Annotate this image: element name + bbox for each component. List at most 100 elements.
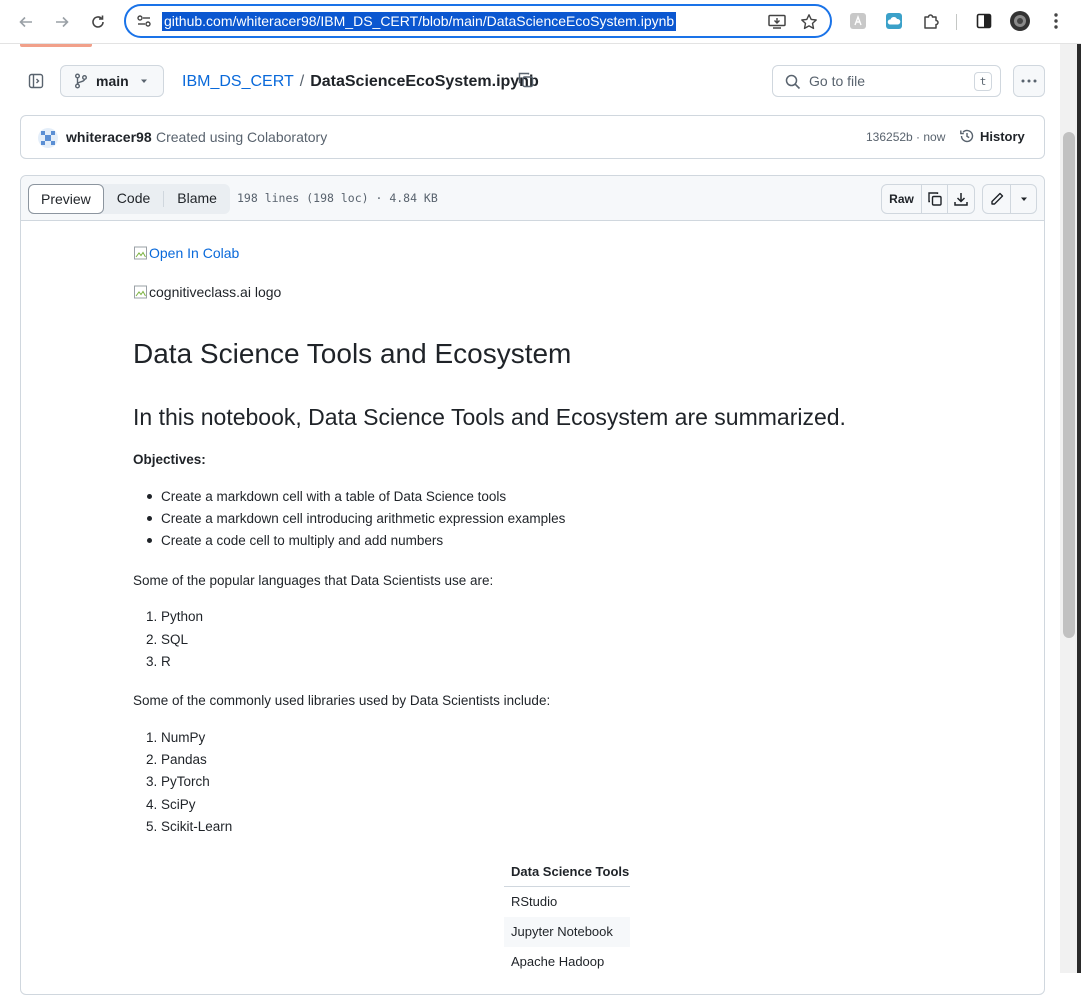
tab-blame[interactable]: Blame xyxy=(164,184,230,214)
languages-intro: Some of the popular languages that Data … xyxy=(133,573,494,588)
language-item: Python xyxy=(161,609,204,624)
list-number: 3. xyxy=(146,774,158,789)
list-number: 3. xyxy=(146,654,158,669)
logo-alt-text: cognitiveclass.ai logo xyxy=(149,284,282,300)
bookmark-star-icon[interactable] xyxy=(798,11,820,33)
git-branch-icon xyxy=(75,73,87,89)
list-number: 1. xyxy=(146,609,158,624)
file-header: Preview Code Blame 198 lines (198 loc) ·… xyxy=(21,176,1044,221)
copy-path-button[interactable] xyxy=(517,71,535,89)
back-button[interactable] xyxy=(12,8,40,36)
commit-message-link[interactable]: Created using Colaboratory xyxy=(156,129,327,145)
scrollbar-thumb[interactable] xyxy=(1063,132,1075,638)
edit-file-button[interactable] xyxy=(983,185,1011,213)
cognitiveclass-logo: cognitiveclass.ai logo xyxy=(133,284,281,300)
library-item: PyTorch xyxy=(161,774,210,789)
browser-menu-icon[interactable] xyxy=(1045,10,1067,32)
table-row: RStudio xyxy=(511,894,558,909)
more-options-button[interactable] xyxy=(1013,65,1045,97)
open-in-colab-badge[interactable]: Open In Colab xyxy=(133,245,239,261)
list-number: 1. xyxy=(146,730,158,745)
toolbar-divider xyxy=(956,14,957,30)
breadcrumb: IBM_DS_CERT / DataScienceEcoSystem.ipynb xyxy=(182,72,539,92)
library-item: Pandas xyxy=(161,752,207,767)
broken-image-icon xyxy=(134,246,147,260)
objective-item: Create a markdown cell introducing arith… xyxy=(161,511,566,526)
view-mode-tabs: Preview Code Blame xyxy=(28,184,230,214)
latest-commit-bar: whiteracer98 Created using Colaboratory … xyxy=(20,115,1045,159)
notebook-subtitle: In this notebook, Data Science Tools and… xyxy=(133,404,846,430)
table-header: Data Science Tools xyxy=(504,858,630,887)
extension-ai-icon[interactable] xyxy=(847,10,869,32)
arrow-right-icon xyxy=(56,16,69,28)
notebook-title: Data Science Tools and Ecosystem xyxy=(133,338,572,369)
avatar[interactable] xyxy=(38,128,58,148)
history-button[interactable]: History xyxy=(959,128,1025,144)
breadcrumb-file-name: DataScienceEcoSystem.ipynb xyxy=(310,73,539,90)
history-icon xyxy=(960,129,974,143)
open-in-colab-alt[interactable]: Open In Colab xyxy=(149,245,239,261)
forward-button[interactable] xyxy=(48,8,76,36)
install-app-icon[interactable] xyxy=(766,11,788,33)
list-bullet xyxy=(147,516,152,521)
extension-cloud-icon[interactable] xyxy=(883,10,905,32)
address-bar[interactable]: github.com/whiteracer98/IBM_DS_CERT/blob… xyxy=(124,4,832,38)
pencil-icon xyxy=(990,192,1003,205)
go-to-file-placeholder: Go to file xyxy=(809,73,866,89)
list-bullet xyxy=(147,538,152,543)
library-item: NumPy xyxy=(161,730,206,745)
breadcrumb-separator: / xyxy=(299,73,305,90)
library-item: SciPy xyxy=(161,797,196,812)
caret-down-icon xyxy=(1020,197,1027,201)
raw-actions-group: Raw xyxy=(881,184,975,214)
reload-button[interactable] xyxy=(84,8,112,36)
table-row: Jupyter Notebook xyxy=(504,917,630,947)
library-item: Scikit-Learn xyxy=(161,819,233,834)
breadcrumb-repo-link[interactable]: IBM_DS_CERT xyxy=(182,73,294,90)
url-text[interactable]: github.com/whiteracer98/IBM_DS_CERT/blob… xyxy=(162,12,677,31)
objective-item: Create a markdown cell with a table of D… xyxy=(161,489,507,504)
commit-author-link[interactable]: whiteracer98 xyxy=(66,129,152,145)
language-item: R xyxy=(161,654,171,669)
edit-dropdown-button[interactable] xyxy=(1011,185,1036,213)
copy-raw-button[interactable] xyxy=(922,185,948,213)
copy-icon xyxy=(518,72,534,88)
keyboard-shortcut-hint: t xyxy=(974,72,992,91)
objectives-label: Objectives: xyxy=(133,452,206,467)
libraries-intro: Some of the commonly used libraries used… xyxy=(133,693,551,708)
branch-selector-button[interactable]: main xyxy=(60,65,164,97)
reload-icon xyxy=(92,15,104,28)
language-item: SQL xyxy=(161,632,189,647)
search-icon xyxy=(785,74,801,90)
sidebar-expand-icon xyxy=(28,73,44,89)
go-to-file-input[interactable]: Go to file t xyxy=(772,65,1001,97)
broken-image-icon xyxy=(134,285,147,299)
copy-icon xyxy=(927,192,942,206)
download-button[interactable] xyxy=(948,185,974,213)
tab-preview[interactable]: Preview xyxy=(28,184,104,214)
arrow-left-icon xyxy=(19,16,32,28)
kebab-horizontal-icon xyxy=(1021,79,1037,83)
download-icon xyxy=(954,193,968,206)
file-stats: 198 lines (198 loc) · 4.84 KB xyxy=(237,191,438,205)
list-number: 5. xyxy=(146,819,158,834)
list-bullet xyxy=(147,494,152,499)
site-settings-icon[interactable] xyxy=(136,13,152,29)
tab-code[interactable]: Code xyxy=(104,184,163,214)
history-label: History xyxy=(980,128,1025,144)
tools-table: Data Science Tools RStudio Jupyter Noteb… xyxy=(504,858,630,977)
browser-toolbar: github.com/whiteracer98/IBM_DS_CERT/blob… xyxy=(0,0,1081,44)
list-number: 2. xyxy=(146,632,158,647)
branch-name: main xyxy=(96,73,129,89)
edit-actions-group xyxy=(982,184,1037,214)
commit-sha-link[interactable]: 136252b · now xyxy=(866,130,945,144)
objective-item: Create a code cell to multiply and add n… xyxy=(161,533,444,548)
list-number: 4. xyxy=(146,797,158,812)
caret-down-icon xyxy=(140,79,147,83)
raw-button[interactable]: Raw xyxy=(882,185,922,213)
file-tree-toggle-button[interactable] xyxy=(20,65,52,97)
side-panel-icon[interactable] xyxy=(973,10,995,32)
tab-underline xyxy=(20,44,92,47)
profile-avatar[interactable] xyxy=(1009,10,1031,32)
extensions-puzzle-icon[interactable] xyxy=(920,10,942,32)
